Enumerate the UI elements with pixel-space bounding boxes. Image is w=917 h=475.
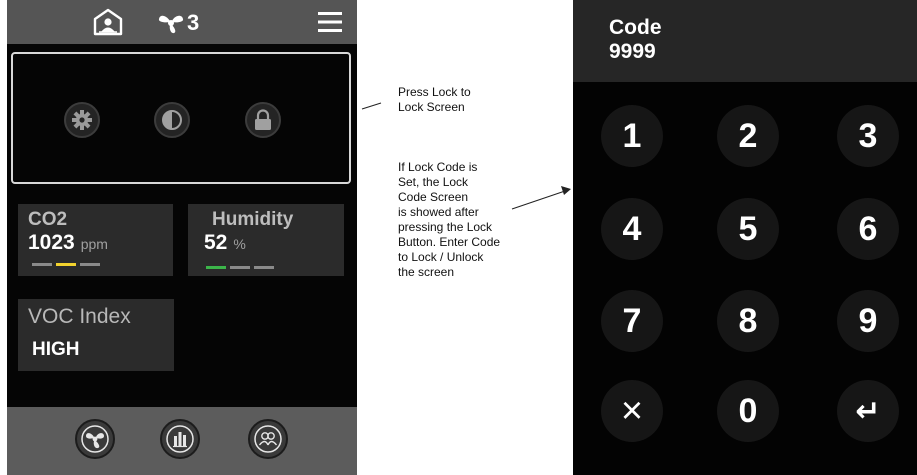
code-label: Code [609,16,662,39]
key-5[interactable]: 5 [717,198,779,260]
code-note-line: Code Screen [398,190,469,204]
lock-note-leader-line [361,102,382,110]
code-header: Code 9999 [573,0,917,82]
key-1[interactable]: 1 [601,105,663,167]
key-3[interactable]: 3 [837,105,899,167]
key-4[interactable]: 4 [601,198,663,260]
code-note-line: is showed after [398,205,479,219]
code-value: 9999 [609,40,656,63]
lock-note-line: Press Lock to [398,85,471,99]
code-note-arrowhead [561,186,571,195]
code-note-line: the screen [398,265,455,279]
enter-key[interactable]: ↵ [837,380,899,442]
lock-note-line: Lock Screen [398,100,465,114]
lock-note: Press Lock to Lock Screen [398,85,471,115]
code-note-line: pressing the Lock [398,220,493,234]
clear-key[interactable]: × [601,380,663,442]
code-note-line: Set, the Lock [398,175,469,189]
key-0[interactable]: 0 [717,380,779,442]
key-7[interactable]: 7 [601,290,663,352]
code-note-line: Button. Enter Code [398,235,501,249]
key-8[interactable]: 8 [717,290,779,352]
lock-code-screen: Code 9999 1 2 3 4 5 6 7 8 9 × 0 ↵ [573,0,917,475]
key-9[interactable]: 9 [837,290,899,352]
key-2[interactable]: 2 [717,105,779,167]
key-6[interactable]: 6 [837,198,899,260]
code-note-line: to Lock / Unlock [398,250,484,264]
code-note: If Lock Code is Set, the Lock Code Scree… [398,160,500,280]
code-note-line: If Lock Code is [398,160,478,174]
code-note-arrow-line [511,190,566,210]
